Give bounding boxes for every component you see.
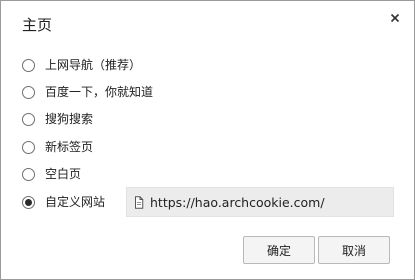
ok-button[interactable]: 确定 [243, 236, 315, 264]
custom-url-field[interactable]: https://hao.archcookie.com/ [126, 187, 394, 217]
option-label: 上网导航（推荐） [45, 58, 142, 72]
page-icon [135, 195, 144, 209]
homepage-dialog: 主页 上网导航（推荐） 百度一下，你就知道 搜狗搜索 新标签页 空白页 自定义网… [0, 0, 415, 280]
option-label: 新标签页 [45, 140, 94, 154]
cancel-button[interactable]: 取消 [318, 236, 390, 264]
radio-button[interactable] [22, 112, 35, 126]
option-custom-site[interactable]: 自定义网站 [22, 192, 105, 212]
close-icon [390, 13, 400, 23]
option-label: 百度一下，你就知道 [45, 85, 154, 99]
option-label: 搜狗搜索 [45, 112, 94, 126]
option-sogou[interactable]: 搜狗搜索 [22, 109, 93, 129]
radio-button[interactable] [22, 58, 35, 72]
option-blank-page[interactable]: 空白页 [22, 164, 81, 184]
option-baidu[interactable]: 百度一下，你就知道 [22, 82, 153, 102]
option-label: 空白页 [45, 167, 82, 181]
radio-button-selected[interactable] [22, 195, 35, 209]
option-hao-navigation[interactable]: 上网导航（推荐） [22, 55, 141, 75]
close-button[interactable] [388, 10, 402, 24]
radio-button[interactable] [22, 167, 35, 181]
radio-button[interactable] [22, 140, 35, 154]
option-label: 自定义网站 [45, 195, 106, 209]
radio-button[interactable] [22, 85, 35, 99]
dialog-title: 主页 [22, 16, 53, 34]
option-new-tab[interactable]: 新标签页 [22, 137, 93, 157]
custom-url-value: https://hao.archcookie.com/ [150, 194, 325, 210]
